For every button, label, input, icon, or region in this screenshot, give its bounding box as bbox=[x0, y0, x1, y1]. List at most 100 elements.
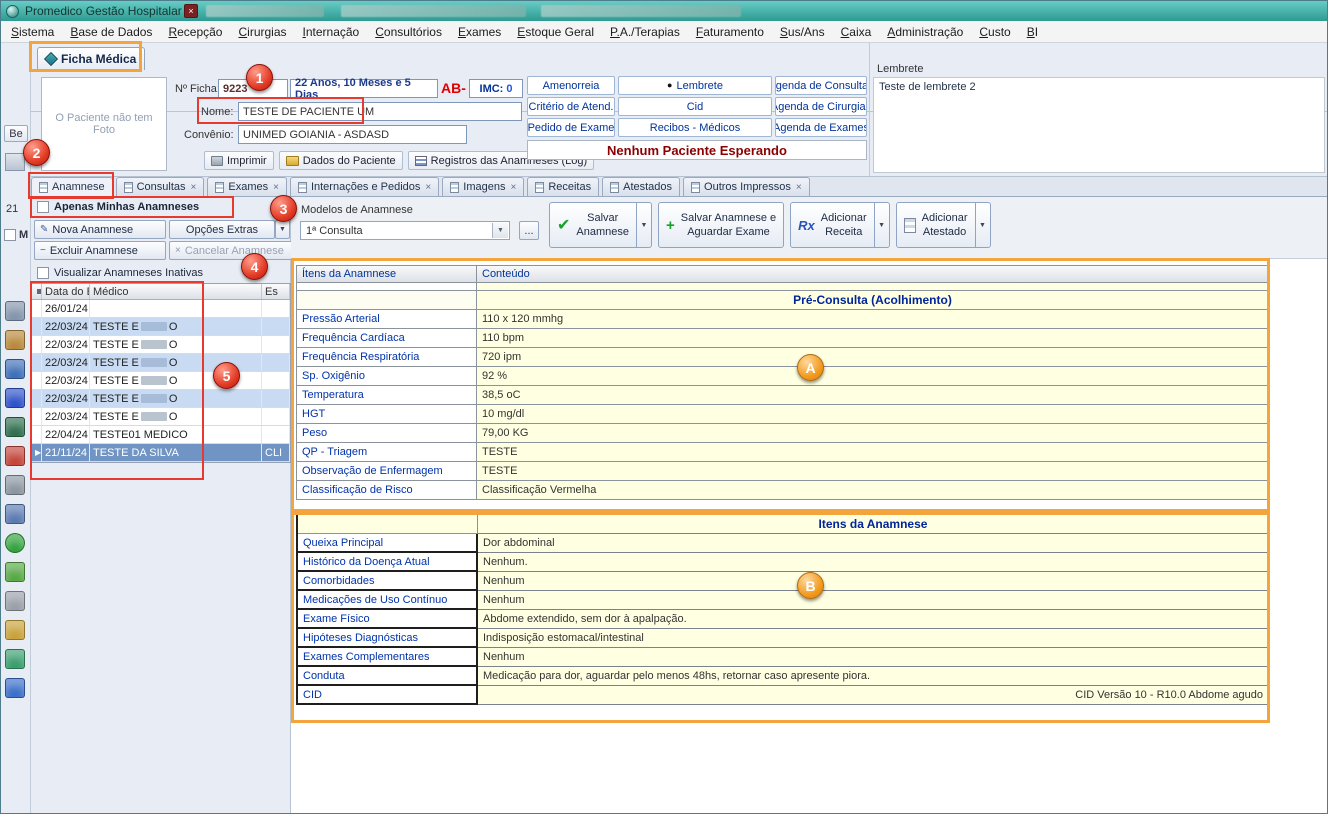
col-header-data[interactable]: Data do Ev bbox=[42, 284, 90, 299]
clipped-checkbox-fragment[interactable]: M bbox=[4, 229, 28, 241]
table-row[interactable]: Hipóteses DiagnósticasIndisposição estom… bbox=[298, 629, 1269, 648]
clipped-side-tab[interactable]: Be bbox=[4, 125, 28, 142]
nova-anamnese-button[interactable]: ✎ Nova Anamnese bbox=[34, 220, 166, 239]
menu-estoque-geral[interactable]: Estoque Geral bbox=[517, 25, 594, 39]
menu-sistema[interactable]: Sistema bbox=[11, 25, 54, 39]
salvar-aguardar-exame-button[interactable]: + Salvar Anamnese e Aguardar Exame bbox=[658, 202, 784, 248]
excluir-anamnese-button[interactable]: − Excluir Anamnese bbox=[34, 241, 166, 260]
menu-bi[interactable]: BI bbox=[1027, 25, 1038, 39]
visualizar-inativas-checkbox-row[interactable]: Visualizar Anamneses Inativas bbox=[37, 267, 203, 279]
tasks-check-icon[interactable] bbox=[5, 417, 25, 437]
anamnese-list-row-selected[interactable]: ▶ 21/11/24 TESTE DA SILVA CLI bbox=[32, 444, 290, 462]
salvar-anamnese-button[interactable]: ✔ Salvar Anamnese bbox=[549, 202, 637, 248]
table-row[interactable]: Frequência Respiratória720 ipm bbox=[297, 348, 1269, 367]
lembrete-textarea[interactable]: Teste de lembrete 2 bbox=[873, 77, 1325, 173]
adicionar-atestado-button[interactable]: Adicionar Atestado bbox=[896, 202, 976, 248]
window-icon[interactable] bbox=[5, 388, 25, 408]
adicionar-receita-button[interactable]: Rx Adicionar Receita bbox=[790, 202, 874, 248]
anamnese-list-row[interactable]: 22/03/24 TESTE EO bbox=[32, 372, 290, 390]
agenda-exames-button[interactable]: Agenda de Exames bbox=[775, 118, 867, 137]
salvar-anamnese-dropdown[interactable]: ▼ bbox=[637, 202, 652, 248]
checkbox[interactable] bbox=[37, 201, 49, 213]
menu-internacao[interactable]: Internação bbox=[303, 25, 360, 39]
tab-outros-impressos[interactable]: Outros Impressos × bbox=[683, 177, 810, 196]
menu-exames[interactable]: Exames bbox=[458, 25, 501, 39]
adicionar-receita-dropdown[interactable]: ▼ bbox=[875, 202, 890, 248]
adicionar-atestado-dropdown[interactable]: ▼ bbox=[976, 202, 991, 248]
user-key-icon[interactable] bbox=[5, 620, 25, 640]
tab-consultas[interactable]: Consultas × bbox=[116, 177, 205, 196]
tab-anamnese[interactable]: Anamnese bbox=[31, 177, 113, 197]
name-field[interactable]: TESTE DE PACIENTE UM bbox=[238, 102, 522, 121]
menu-consultorios[interactable]: Consultórios bbox=[375, 25, 442, 39]
table-row-cid[interactable]: CIDCID Versão 10 - R10.0 Abdome agudo bbox=[298, 686, 1269, 705]
anamnese-list-row[interactable]: 22/03/24 TESTE EO bbox=[32, 408, 290, 426]
table-row[interactable]: HGT10 mg/dl bbox=[297, 405, 1269, 424]
anamnese-list-row[interactable]: 22/03/24 TESTE EO bbox=[32, 354, 290, 372]
people-icon[interactable] bbox=[5, 504, 25, 524]
table-row[interactable]: Peso79,00 KG bbox=[297, 424, 1269, 443]
menu-administracao[interactable]: Administração bbox=[887, 25, 963, 39]
tab-internacoes-pedidos[interactable]: Internações e Pedidos × bbox=[290, 177, 439, 196]
layers-icon[interactable] bbox=[5, 446, 25, 466]
cid-button[interactable]: Cid bbox=[618, 97, 772, 116]
menu-base-de-dados[interactable]: Base de Dados bbox=[70, 25, 152, 39]
tab-close-icon[interactable]: × bbox=[510, 182, 516, 193]
leaf-icon[interactable] bbox=[5, 562, 25, 582]
col-header-itens[interactable]: Ítens da Anamnese bbox=[297, 266, 477, 283]
table-row[interactable]: Exames ComplementaresNenhum bbox=[298, 648, 1269, 667]
anamnese-list-row[interactable]: 22/03/24 TESTE EO bbox=[32, 336, 290, 354]
table-row[interactable]: CondutaMedicação para dor, aguardar pelo… bbox=[298, 667, 1269, 686]
modelos-more-button[interactable]: ... bbox=[519, 221, 539, 240]
menu-cirurgias[interactable]: Cirurgias bbox=[238, 25, 286, 39]
menu-sus-ans[interactable]: Sus/Ans bbox=[780, 25, 825, 39]
book-icon[interactable] bbox=[5, 330, 25, 350]
table-row[interactable]: Histórico da Doença AtualNenhum. bbox=[298, 553, 1269, 572]
tab-atestados[interactable]: Atestados bbox=[602, 177, 680, 196]
table-row[interactable]: QP - TriagemTESTE bbox=[297, 443, 1269, 462]
inline-close-icon[interactable]: × bbox=[184, 4, 198, 18]
pencil-icon[interactable] bbox=[5, 591, 25, 611]
opcoes-extras-button[interactable]: Opções Extras bbox=[169, 220, 275, 239]
opcoes-extras-dropdown[interactable]: ▼ bbox=[275, 220, 290, 239]
tab-imagens[interactable]: Imagens × bbox=[442, 177, 524, 196]
convenio-field[interactable]: UNIMED GOIANIA - ASDASD bbox=[238, 125, 467, 144]
table-row[interactable]: Pressão Arterial110 x 120 mmhg bbox=[297, 310, 1269, 329]
col-header-conteudo[interactable]: Conteúdo bbox=[477, 266, 1269, 283]
dados-do-paciente-button[interactable]: Dados do Paciente bbox=[279, 151, 403, 170]
ficha-number-field[interactable]: 9223 bbox=[218, 79, 288, 98]
recibos-medicos-button[interactable]: Recibos - Médicos bbox=[618, 118, 772, 137]
menu-custo[interactable]: Custo bbox=[979, 25, 1010, 39]
tab-ficha-medica[interactable]: Ficha Médica bbox=[37, 47, 145, 70]
amenorreia-button[interactable]: Amenorreia bbox=[527, 76, 615, 95]
apenas-minhas-checkbox-row[interactable]: Apenas Minhas Anamneses bbox=[37, 201, 199, 213]
modelos-combobox[interactable]: 1ª Consulta ▼ bbox=[300, 221, 510, 240]
table-row[interactable]: Classificação de RiscoClassificação Verm… bbox=[297, 481, 1269, 500]
table-row[interactable]: ComorbidadesNenhum bbox=[298, 572, 1269, 591]
anamnese-list-row[interactable]: 22/04/24TESTE01 MEDICO bbox=[32, 426, 290, 444]
table-row[interactable]: Temperatura38,5 oC bbox=[297, 386, 1269, 405]
chevron-down-icon[interactable]: ▼ bbox=[492, 223, 508, 238]
imprimir-button[interactable]: Imprimir bbox=[204, 151, 274, 170]
agenda-cirurgias-button[interactable]: Agenda de Cirurgias bbox=[775, 97, 867, 116]
table-row[interactable]: Sp. Oxigênio92 % bbox=[297, 367, 1269, 386]
checkbox[interactable] bbox=[37, 267, 49, 279]
tab-close-icon[interactable]: × bbox=[425, 182, 431, 193]
checkbox[interactable] bbox=[4, 229, 16, 241]
col-header-es[interactable]: Es bbox=[262, 284, 290, 299]
tab-close-icon[interactable]: × bbox=[796, 182, 802, 193]
menu-faturamento[interactable]: Faturamento bbox=[696, 25, 764, 39]
tab-receitas[interactable]: Receitas bbox=[527, 177, 599, 196]
lembrete-button[interactable]: ● Lembrete bbox=[618, 76, 772, 95]
anamnese-list-row[interactable]: 26/01/24 bbox=[32, 300, 290, 318]
menu-caixa[interactable]: Caixa bbox=[841, 25, 872, 39]
tab-exames[interactable]: Exames × bbox=[207, 177, 287, 196]
anamnese-list-row[interactable]: 22/03/24 TESTE EO bbox=[32, 318, 290, 336]
globe-icon[interactable] bbox=[5, 533, 25, 553]
table-row[interactable]: Exame FísicoAbdome extendido, sem dor à … bbox=[298, 610, 1269, 629]
users-icon[interactable] bbox=[5, 301, 25, 321]
table-row[interactable]: Queixa PrincipalDor abdominal bbox=[298, 534, 1269, 553]
table-row[interactable]: Medicações de Uso ContínuoNenhum bbox=[298, 591, 1269, 610]
criterio-atend-button[interactable]: Critério de Atend. bbox=[527, 97, 615, 116]
tab-close-icon[interactable]: × bbox=[191, 182, 197, 193]
